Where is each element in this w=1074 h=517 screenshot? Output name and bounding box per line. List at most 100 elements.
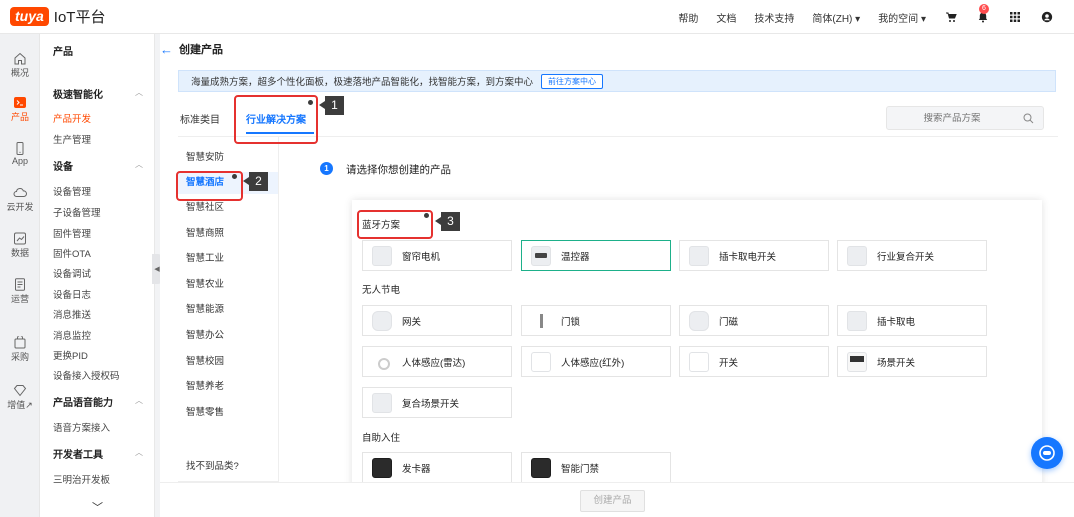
category-item[interactable]: 智慧能源 xyxy=(178,299,278,321)
chevron-up-icon[interactable]: ︿ xyxy=(135,447,143,458)
goto-solution-center-button[interactable]: 前往方案中心 xyxy=(541,73,604,89)
card-label: 开关 xyxy=(719,357,739,369)
category-item[interactable]: 智慧农业 xyxy=(178,274,278,296)
chevron-down-icon[interactable]: ﹀ xyxy=(92,499,103,515)
card-label: 门锁 xyxy=(561,316,581,328)
platform-title: IoT平台 xyxy=(53,9,106,26)
category-item[interactable]: 智慧商照 xyxy=(178,223,278,245)
sidebar-item-firmware-ota[interactable]: 固件OTA xyxy=(53,246,91,260)
category-not-found-link[interactable]: 找不到品类? xyxy=(186,458,239,472)
create-product-button[interactable]: 创建产品 xyxy=(580,490,645,512)
cart-icon[interactable] xyxy=(944,10,958,24)
sidebar-item-auth-code[interactable]: 设备接入授权码 xyxy=(53,368,120,382)
product-card-card-power[interactable]: 插卡取电 xyxy=(837,305,987,336)
sidebar-item-production[interactable]: 生产管理 xyxy=(53,132,91,146)
document-icon xyxy=(15,278,25,291)
cart-icon xyxy=(14,336,26,349)
rail-item-cloud-dev[interactable]: 云开发 xyxy=(0,186,40,213)
sidebar-item-voice-access[interactable]: 语音方案接入 xyxy=(53,420,110,434)
annotation-highlight-1 xyxy=(234,95,318,144)
sidebar-item-subdevice-mgmt[interactable]: 子设备管理 xyxy=(53,205,101,219)
sidebar-item-sandwich-board[interactable]: 三明治开发板 xyxy=(53,472,110,486)
sidebar-item-message-monitor[interactable]: 消息监控 xyxy=(53,328,91,342)
product-card-radar-sensor[interactable]: 人体感应(雷达) xyxy=(362,346,512,377)
search-input[interactable] xyxy=(887,112,1017,124)
sidebar-item-product-dev[interactable]: 产品开发 xyxy=(53,111,91,125)
category-item[interactable]: 智慧安防 xyxy=(178,147,278,169)
help-link[interactable]: 帮助 xyxy=(678,10,698,25)
phone-icon xyxy=(16,142,24,155)
rail-item-product[interactable]: 产品 xyxy=(0,96,40,123)
sidebar-item-replace-pid[interactable]: 更换PID xyxy=(53,348,88,362)
radar-sensor-icon xyxy=(372,351,392,372)
product-sidebar: 产品 极速智能化 ︿ 产品开发 生产管理 设备 ︿ 设备管理 子设备管理 固件管… xyxy=(40,34,155,517)
sidebar-group-fast-smart[interactable]: 极速智能化 xyxy=(53,86,103,101)
section-title-self-checkin: 自助入住 xyxy=(362,433,401,444)
category-item[interactable]: 智慧办公 xyxy=(178,325,278,347)
diamond-icon xyxy=(13,385,27,397)
product-card-access-control[interactable]: 智能门禁 xyxy=(521,452,671,483)
card-issuer-icon xyxy=(372,457,392,478)
rail-item-app[interactable]: App xyxy=(0,142,40,166)
support-link[interactable]: 技术支持 xyxy=(754,10,794,25)
rail-label: 采购 xyxy=(10,352,29,362)
rail-item-data[interactable]: 数据 xyxy=(0,232,40,259)
docs-link[interactable]: 文档 xyxy=(716,10,736,25)
page-footer: 创建产品 xyxy=(160,482,1074,517)
section-title-energy-saving: 无人节电 xyxy=(362,285,401,296)
rail-item-purchase[interactable]: 采购 xyxy=(0,336,40,363)
workspace-selector[interactable]: 我的空间 ▾ xyxy=(878,10,926,25)
rail-item-operations[interactable]: 运营 xyxy=(0,278,40,305)
rail-item-value-added[interactable]: 增值↗ xyxy=(0,384,40,411)
sidebar-group-device[interactable]: 设备 xyxy=(53,158,73,173)
top-nav: 帮助 文档 技术支持 简体(ZH) ▾ 我的空间 ▾ 6 xyxy=(678,0,1054,34)
user-avatar-icon[interactable] xyxy=(1040,10,1054,24)
product-card-curtain-motor[interactable]: 窗帘电机 xyxy=(362,240,512,271)
sidebar-item-firmware-mgmt[interactable]: 固件管理 xyxy=(53,226,91,240)
category-item[interactable]: 智慧零售 xyxy=(178,402,278,424)
category-item[interactable]: 智慧工业 xyxy=(178,248,278,270)
category-item[interactable]: 智慧养老 xyxy=(178,376,278,398)
card-power-icon xyxy=(847,310,867,331)
search-icon[interactable] xyxy=(1023,113,1034,124)
rail-label: 云开发 xyxy=(6,202,34,212)
category-item[interactable]: 智慧校园 xyxy=(178,351,278,373)
product-card-pir-sensor[interactable]: 人体感应(红外) xyxy=(521,346,671,377)
annotation-label-3: 3 xyxy=(435,212,460,231)
product-card-door-lock[interactable]: 门锁 xyxy=(521,305,671,336)
composite-scene-switch-icon xyxy=(372,392,392,413)
gateway-icon xyxy=(372,310,392,331)
rail-item-overview[interactable]: 概况 xyxy=(0,52,40,79)
product-card-composite-scene-switch[interactable]: 复合场景开关 xyxy=(362,387,512,418)
tuya-logo[interactable]: tuya xyxy=(10,7,49,26)
product-card-scene-switch[interactable]: 场景开关 xyxy=(837,346,987,377)
product-card-switch[interactable]: 开关 xyxy=(679,346,829,377)
product-card-door-sensor[interactable]: 门磁 xyxy=(679,305,829,336)
sidebar-item-device-log[interactable]: 设备日志 xyxy=(53,287,91,301)
product-card-card-power-switch[interactable]: 插卡取电开关 xyxy=(679,240,829,271)
sidebar-title: 产品 xyxy=(53,47,73,58)
chevron-up-icon[interactable]: ︿ xyxy=(135,87,143,98)
customer-service-button[interactable] xyxy=(1031,437,1063,469)
language-selector[interactable]: 简体(ZH) ▾ xyxy=(812,10,860,25)
chevron-up-icon[interactable]: ︿ xyxy=(135,159,143,170)
apps-grid-icon[interactable] xyxy=(1008,10,1022,24)
sidebar-group-dev-tools[interactable]: 开发者工具 xyxy=(53,446,103,461)
card-label: 插卡取电开关 xyxy=(719,251,777,263)
back-arrow-icon[interactable]: ← xyxy=(160,42,173,57)
card-label: 人体感应(雷达) xyxy=(402,357,466,369)
sidebar-item-message-push[interactable]: 消息推送 xyxy=(53,307,91,321)
page-title: 创建产品 xyxy=(179,44,223,56)
composite-switch-icon xyxy=(847,245,867,266)
product-card-thermostat[interactable]: 温控器 xyxy=(521,240,671,271)
bell-icon[interactable]: 6 xyxy=(976,4,990,24)
chevron-up-icon[interactable]: ︿ xyxy=(135,395,143,406)
tab-standard-category[interactable]: 标准类目 xyxy=(180,111,228,134)
sidebar-item-device-debug[interactable]: 设备调试 xyxy=(53,266,91,280)
product-card-card-issuer[interactable]: 发卡器 xyxy=(362,452,512,483)
scene-switch-icon xyxy=(847,351,867,372)
sidebar-item-device-mgmt[interactable]: 设备管理 xyxy=(53,184,91,198)
product-card-gateway[interactable]: 网关 xyxy=(362,305,512,336)
product-card-composite-switch[interactable]: 行业复合开关 xyxy=(837,240,987,271)
sidebar-group-voice[interactable]: 产品语音能力 xyxy=(53,394,113,409)
